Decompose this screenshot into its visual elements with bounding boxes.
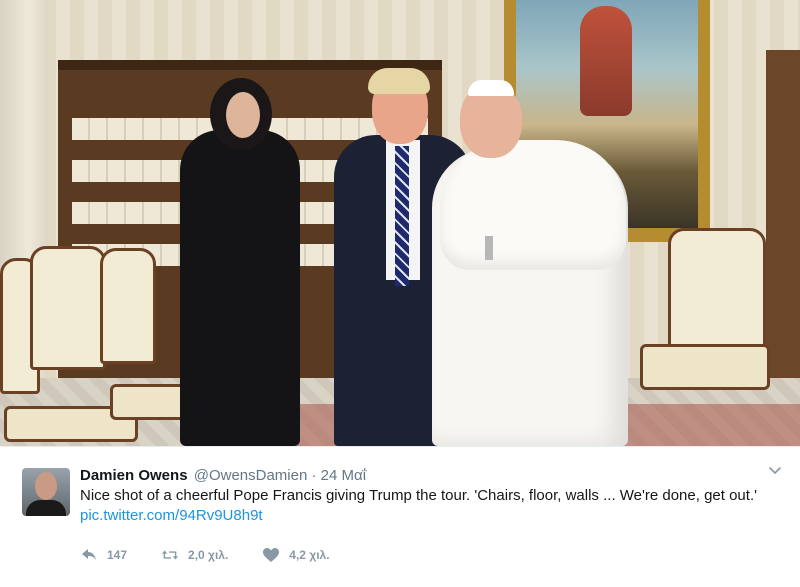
tweet-text: Nice shot of a cheerful Pope Francis giv… — [80, 487, 757, 504]
header-separator: · — [311, 467, 317, 484]
retweet-icon — [161, 550, 179, 560]
chair — [30, 246, 106, 370]
tweet-actions: 147 2,0 χιλ. 4,2 χιλ. — [80, 546, 364, 564]
retweet-count: 2,0 χιλ. — [188, 548, 229, 562]
reply-button[interactable]: 147 — [80, 547, 127, 563]
tweet-photo[interactable] — [0, 0, 800, 446]
chair — [100, 248, 156, 364]
like-count: 4,2 χιλ. — [289, 548, 330, 562]
retweet-button[interactable]: 2,0 χιλ. — [161, 547, 228, 563]
like-button[interactable]: 4,2 χιλ. — [262, 547, 330, 563]
timestamp[interactable]: 24 Μαΐ — [321, 467, 366, 484]
reply-count: 147 — [107, 548, 128, 562]
avatar[interactable] — [22, 468, 70, 516]
tweet-card: Damien Owens @OwensDamien · 24 Μαΐ Nice … — [0, 0, 800, 587]
person-left — [180, 130, 300, 446]
author-handle[interactable]: @OwensDamien — [194, 467, 308, 484]
tweet-link[interactable]: pic.twitter.com/94Rv9U8h9t — [80, 507, 263, 524]
reply-icon — [82, 549, 96, 560]
chair — [668, 228, 766, 354]
tweet-header: Damien Owens @OwensDamien · 24 Μαΐ — [80, 467, 366, 484]
author-name[interactable]: Damien Owens — [80, 467, 188, 484]
heart-icon — [263, 548, 280, 562]
chevron-down-icon[interactable] — [768, 464, 782, 478]
divider — [0, 446, 800, 447]
